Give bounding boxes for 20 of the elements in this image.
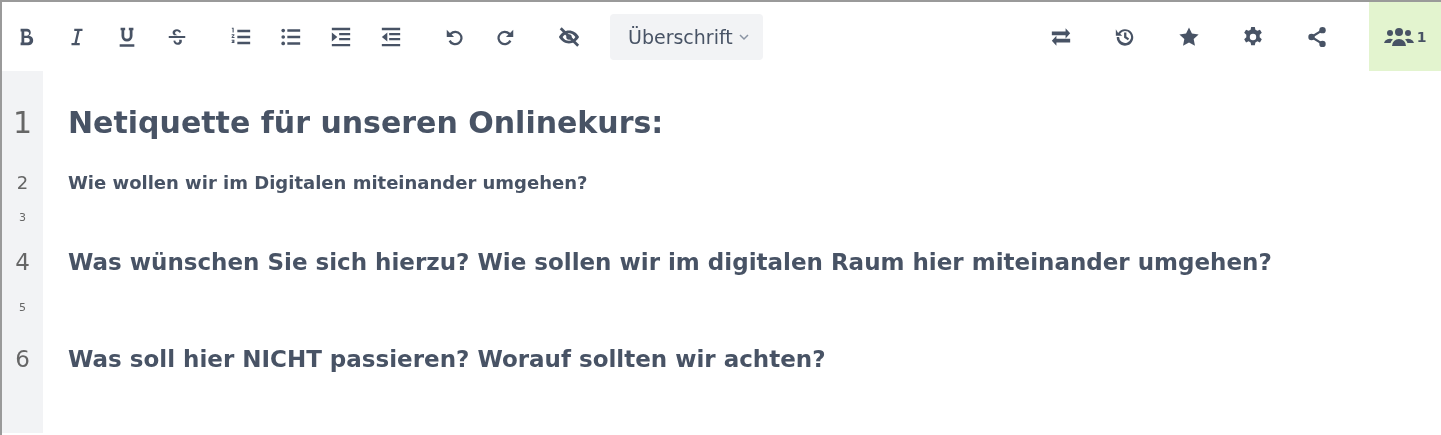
heading-text: Was wünschen Sie sich hierzu? Wie sollen wir im digitalen Raum hier miteinander umgehen? [68, 249, 1272, 275]
settings-icon [1242, 25, 1264, 48]
heading-style-dropdown[interactable]: Überschrift [610, 13, 763, 60]
eye-crossed-icon [558, 25, 580, 48]
line-number: 5 [19, 300, 26, 314]
line-number: 4 [15, 249, 30, 275]
users-icon [1383, 26, 1414, 47]
line-number: 1 [12, 105, 33, 140]
heading-text: Netiquette für unseren Onlinekurs: [68, 105, 664, 140]
indent-icon [330, 25, 352, 48]
share-icon [1306, 25, 1328, 48]
chevron-down-icon [738, 31, 749, 42]
line-number: 2 [16, 171, 29, 193]
heading-text: Wie wollen wir im Digitalen miteinander umgehen? [68, 171, 588, 193]
outdent-icon [380, 25, 402, 48]
heading-text: Was soll hier NICHT passieren? Worauf sollten wir achten? [68, 346, 826, 372]
users-button[interactable]: 1 [1369, 2, 1441, 71]
line-number: 6 [15, 346, 30, 372]
star-icon [1178, 25, 1200, 48]
line-number: 3 [19, 210, 26, 224]
